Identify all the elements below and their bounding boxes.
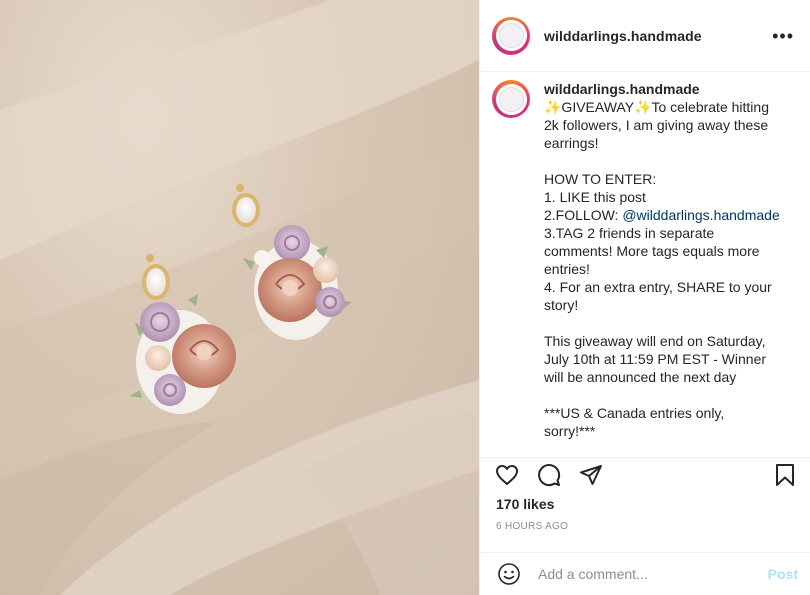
post-header: wilddarlings.handmade ••• [480, 0, 810, 72]
caption-line: 2k followers, I am giving away these [544, 117, 769, 133]
caption-line: July 10th at 11:59 PM EST - Winner [544, 351, 767, 367]
caption-line: ***US & Canada entries only, [544, 405, 725, 421]
caption-line: earrings! [544, 135, 599, 151]
more-horizontal-icon[interactable]: ••• [772, 27, 794, 45]
post-button[interactable]: Post [768, 566, 798, 582]
post-timestamp[interactable]: 6 HOURS AGO [496, 521, 568, 532]
caption-avatar[interactable] [492, 80, 530, 118]
caption-line [544, 152, 780, 170]
caption-line: 3.TAG 2 friends in separate [544, 225, 715, 241]
comment-icon[interactable] [536, 462, 562, 488]
share-icon[interactable] [578, 462, 604, 488]
caption-body: wilddarlings.handmade ✨GIVEAWAY✨To celeb… [544, 80, 780, 457]
caption-line [544, 314, 780, 332]
caption: wilddarlings.handmade ✨GIVEAWAY✨To celeb… [480, 72, 810, 457]
post-photo[interactable] [0, 0, 479, 595]
post-side-panel: wilddarlings.handmade ••• wilddarlings.h… [479, 0, 810, 595]
brand-logo-icon [498, 86, 524, 112]
caption-line: comments! More tags equals more [544, 243, 760, 259]
avatar[interactable] [492, 16, 530, 55]
caption-line: HOW TO ENTER: [544, 171, 657, 187]
emoji-icon[interactable] [496, 561, 522, 587]
caption-line [544, 386, 780, 404]
caption-line: will be announced the next day [544, 369, 737, 385]
earrings-image [0, 0, 479, 595]
caption-line: story! [544, 297, 579, 313]
brand-logo-icon [498, 23, 524, 48]
action-bar [480, 457, 810, 491]
caption-username[interactable]: wilddarlings.handmade [544, 80, 780, 98]
caption-line: 2.FOLLOW: @wilddarlings.handmade [544, 206, 780, 224]
post-username[interactable]: wilddarlings.handmade [544, 28, 702, 44]
mention-link[interactable]: @wilddarlings.handmade [622, 207, 779, 223]
caption-line: sorry!*** [544, 423, 596, 439]
bookmark-icon[interactable] [772, 462, 798, 488]
likes-count[interactable]: 170 likes [496, 496, 554, 512]
caption-line: This giveaway will end on Saturday, [544, 333, 766, 349]
comment-bar: Post [480, 552, 810, 595]
heart-icon[interactable] [494, 462, 520, 488]
caption-line: entries! [544, 261, 590, 277]
caption-line: ✨GIVEAWAY✨To celebrate hitting [544, 99, 769, 115]
caption-line: 1. LIKE this post [544, 189, 646, 205]
comment-input[interactable] [536, 565, 768, 583]
caption-text: 2.FOLLOW: [544, 207, 623, 223]
caption-line: 4. For an extra entry, SHARE to your [544, 279, 772, 295]
